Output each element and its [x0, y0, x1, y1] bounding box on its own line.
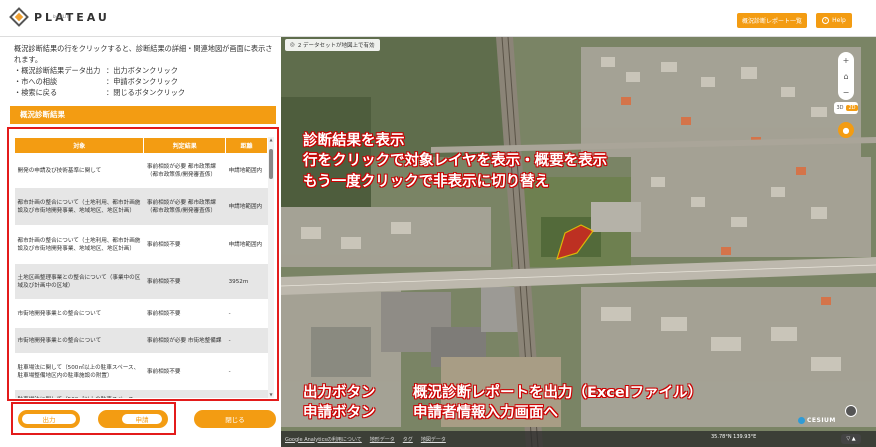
annotation-toggle: もう一度クリックで非表示に切り替え — [303, 174, 550, 190]
map-view[interactable]: ◎ 2 データセットが地図上で有効 診断結果を表示 行をクリックで対象レイヤを表… — [281, 37, 876, 447]
annotation-row-click: 行をクリックで対象レイヤを表示・概要を表示 — [303, 153, 608, 169]
dataset-icon: ◎ — [290, 42, 295, 48]
logo-subtext: by MLIT — [53, 14, 69, 19]
instruction-item: ・市への相談 ：申請ボタンクリック — [14, 77, 178, 86]
logo-text: PLATEAU — [34, 10, 110, 24]
instruction-item: ・検索に戻る ：閉じるボタンクリック — [14, 88, 186, 97]
attribution-link[interactable]: 地形データ — [370, 436, 395, 443]
attribution-link[interactable]: 地図データ — [421, 436, 446, 443]
annotation-apply-desc: 申請者情報入力画面へ — [413, 405, 558, 421]
close-button[interactable]: 閉じる — [194, 410, 276, 428]
compass-icon[interactable]: ▽ ▲ — [841, 434, 861, 444]
location-pin-icon[interactable]: ● — [838, 122, 854, 138]
cesium-icon — [798, 417, 805, 424]
coordinate-readout: 35.78°N 139.93°E — [711, 434, 757, 440]
table-highlight-frame — [7, 127, 279, 401]
attribution-link[interactable]: タグ — [403, 436, 413, 443]
help-label: Help — [832, 17, 846, 24]
mode-3d-button[interactable]: 3D — [834, 105, 845, 111]
cesium-logo: CESIUM — [798, 417, 836, 424]
instructions: 概況診断結果の行をクリックすると、診断結果の詳細・関連地図が画面に表示されます。… — [14, 43, 276, 98]
mode-2d-button[interactable]: 2D — [846, 105, 858, 111]
instruction-text: 概況診断結果の行をクリックすると、診断結果の詳細・関連地図が画面に表示されます。 — [14, 44, 273, 64]
annotation-output-desc: 概況診断レポートを出力（Excelファイル） — [413, 385, 703, 401]
map-attribution: Google Analyticsの利用について 地形データ タグ 地図データ — [281, 431, 876, 447]
section-title: 概況診断結果 — [10, 106, 276, 124]
zoom-control: + ⌂ − — [838, 52, 854, 100]
instruction-item: ・概況診断結果データ出力 ：出力ボタンクリック — [14, 66, 178, 75]
report-list-button[interactable]: 概況診断レポート一覧 — [737, 13, 807, 28]
home-icon[interactable]: ⌂ — [843, 72, 848, 81]
dataset-chip[interactable]: ◎ 2 データセットが地図上で有効 — [285, 39, 380, 51]
help-icon: ? — [822, 17, 830, 24]
help-button[interactable]: ? Help — [816, 13, 852, 28]
button-highlight-frame — [11, 402, 176, 435]
attribution-link[interactable]: Google Analyticsの利用について — [285, 436, 362, 443]
annotation-show-result: 診断結果を表示 — [303, 133, 405, 149]
annotation-output-button: 出力ボタン — [303, 385, 376, 401]
zoom-in-button[interactable]: + — [843, 56, 850, 65]
logo-icon — [9, 7, 29, 27]
app-header: PLATEAU by MLIT 概況診断レポート一覧 ? Help — [0, 0, 876, 37]
zoom-out-button[interactable]: − — [843, 88, 850, 97]
annotation-apply-button: 申請ボタン — [303, 405, 376, 421]
chat-icon[interactable] — [845, 405, 857, 417]
view-mode-toggle: 3D 2D — [834, 102, 858, 114]
